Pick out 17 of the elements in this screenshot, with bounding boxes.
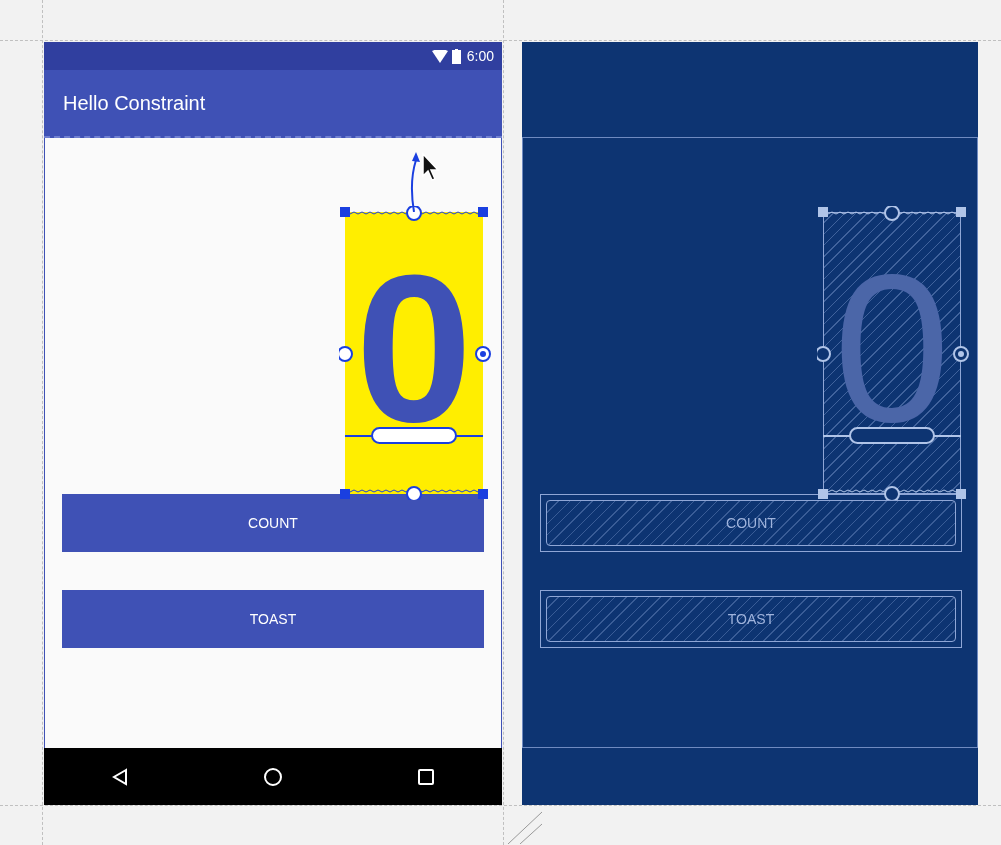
- button-label: COUNT: [726, 513, 776, 533]
- wifi-icon: [431, 49, 448, 63]
- button-outline[interactable]: TOAST: [540, 590, 962, 648]
- count-text-view[interactable]: 0: [345, 212, 483, 494]
- count-number: 0: [355, 276, 473, 422]
- back-icon[interactable]: [111, 767, 129, 786]
- status-time: 6:00: [466, 46, 494, 66]
- battery-icon: [451, 48, 461, 64]
- app-button[interactable]: TOAST: [62, 590, 484, 648]
- resize-handle-icon[interactable]: [506, 810, 542, 844]
- count-number: 0: [833, 276, 951, 422]
- home-icon[interactable]: [263, 766, 283, 787]
- button-label: TOAST: [727, 609, 775, 629]
- app-title: Hello Constraint: [63, 91, 206, 116]
- button-outline[interactable]: COUNT: [540, 494, 962, 552]
- app-button[interactable]: COUNT: [62, 494, 484, 552]
- recents-icon[interactable]: [417, 767, 435, 786]
